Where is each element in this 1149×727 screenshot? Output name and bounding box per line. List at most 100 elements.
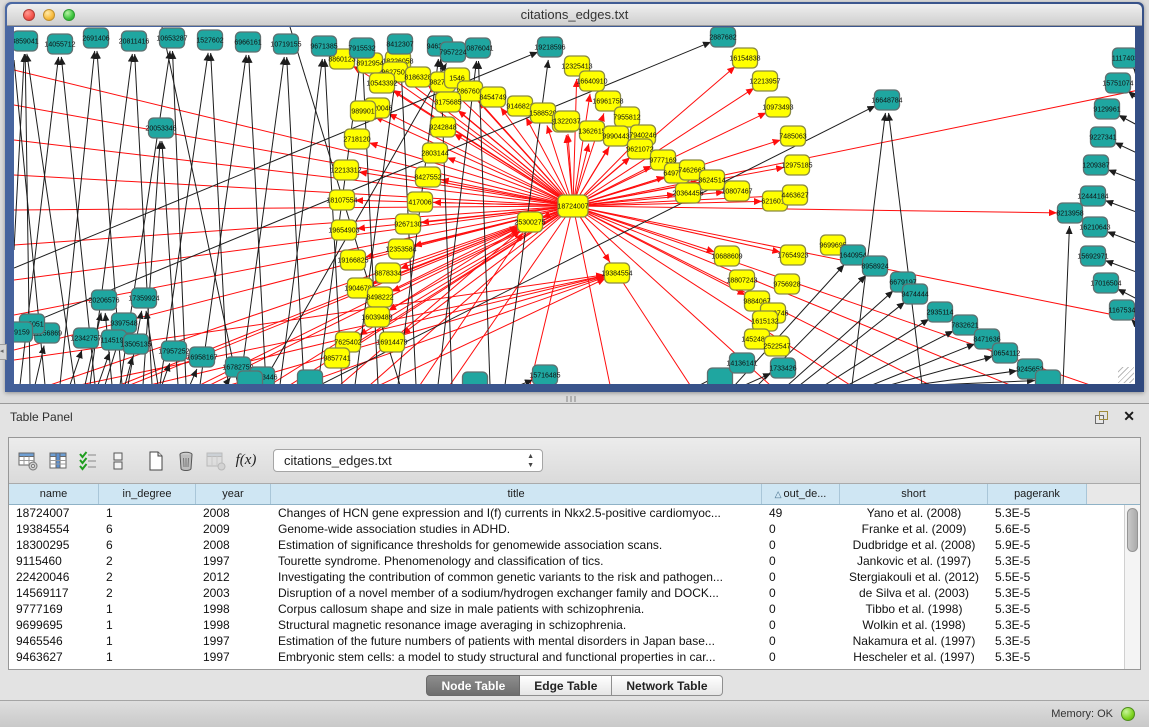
table-row[interactable]: 946554611997Estimation of the future num… (9, 633, 1124, 649)
import-table-icon[interactable] (205, 450, 227, 472)
cell-title: Changes of HCN gene expression and I(f) … (271, 505, 762, 521)
node-label: 15716485 (529, 373, 560, 380)
node-label: 989901 (351, 109, 374, 116)
cell-year: 1997 (196, 553, 271, 569)
node-label: 12444184 (1077, 194, 1108, 201)
cell-short: de Silva et al. (2003) (840, 585, 988, 601)
node-label: 1209387 (1082, 163, 1109, 170)
column-header-name[interactable]: name (9, 484, 99, 504)
graph-node[interactable] (1036, 370, 1061, 384)
node-label: 9756928 (773, 282, 800, 289)
tab-network-table[interactable]: Network Table (612, 675, 722, 696)
tab-edge-table[interactable]: Edge Table (520, 675, 612, 696)
function-builder-icon[interactable]: f(x) (235, 450, 257, 472)
node-label: 16154838 (729, 56, 760, 63)
window-title: citations_edges.txt (7, 7, 1142, 22)
column-header-out_de[interactable]: △out_de... (762, 484, 840, 504)
node-label: 2522547 (763, 344, 790, 351)
cell-year: 1997 (196, 649, 271, 665)
float-panel-icon[interactable] (1094, 410, 1109, 425)
cell-name: 22420046 (9, 569, 99, 585)
cell-in_degree: 2 (99, 553, 196, 569)
table-options-icon[interactable] (17, 450, 39, 472)
table-mode-tabs: Node TableEdge TableNetwork Table (0, 675, 1149, 696)
cell-pagerank: 5.3E-5 (988, 633, 1087, 649)
node-label: 8878334 (374, 271, 401, 278)
node-label: 6966161 (234, 40, 261, 47)
node-label: 9857741 (323, 356, 350, 363)
table-row[interactable]: 1830029562008Estimation of significance … (9, 537, 1124, 553)
table-row[interactable]: 977716911998Corpus callosum shape and si… (9, 601, 1124, 617)
table-row[interactable]: 1456911722003Disruption of a novel membe… (9, 585, 1124, 601)
delete-icon[interactable] (175, 450, 197, 472)
column-header-short[interactable]: short (840, 484, 988, 504)
resize-grip-icon[interactable] (1118, 367, 1134, 383)
node-label: 1733426 (769, 366, 796, 373)
node-label: 20811416 (119, 39, 150, 46)
tab-node-table[interactable]: Node Table (426, 675, 520, 696)
network-window[interactable]: citations_edges.txt 18724007886012389129… (5, 2, 1144, 392)
node-label: 10543392 (366, 81, 397, 88)
table-row[interactable]: 969969511998Structural magnetic resonanc… (9, 617, 1124, 633)
table-row[interactable]: 1938455462009Genome-wide association stu… (9, 521, 1124, 537)
column-header-title[interactable]: title (271, 484, 762, 504)
node-label: 4463627 (781, 193, 808, 200)
network-canvas[interactable]: 1872400788601238912954182260589627508818… (14, 27, 1135, 384)
cell-out_de: 0 (762, 633, 840, 649)
cell-out_de: 0 (762, 521, 840, 537)
cell-out_de: 0 (762, 617, 840, 633)
close-panel-icon[interactable]: ✕ (1123, 408, 1135, 425)
table-panel-header: Table Panel ✕ (0, 404, 1149, 430)
node-label: 8912954 (356, 61, 383, 68)
table-row[interactable]: 2242004622012Investigating the contribut… (9, 569, 1124, 585)
column-header-in_degree[interactable]: in_degree (99, 484, 196, 504)
panel-collapse-icon[interactable]: ◂ (0, 344, 7, 360)
vertical-scrollbar[interactable] (1124, 505, 1140, 669)
cell-short: Jankovic et al. (1997) (840, 553, 988, 569)
node-label: 8859041 (14, 39, 39, 46)
memory-status-icon[interactable] (1121, 707, 1135, 721)
stacked-squares-icon[interactable] (107, 450, 129, 472)
new-document-icon[interactable] (145, 450, 167, 472)
cell-in_degree: 1 (99, 633, 196, 649)
table-row[interactable]: 911546021997Tourette syndrome. Phenomeno… (9, 553, 1124, 569)
node-label: 19218596 (534, 45, 565, 52)
cell-year: 2008 (196, 537, 271, 553)
node-label: 9621072 (626, 147, 653, 154)
cell-pagerank: 5.3E-5 (988, 649, 1087, 665)
graph-node[interactable] (463, 372, 488, 384)
graph-node[interactable] (238, 371, 263, 384)
node-label: 3624514 (698, 178, 725, 185)
table-row[interactable]: 946362711997Embryonic stem cells: a mode… (9, 649, 1124, 665)
scrollbar-thumb[interactable] (1127, 508, 1138, 552)
node-label: 39159 (14, 330, 30, 337)
cell-in_degree: 2 (99, 585, 196, 601)
node-label: 8213958 (1056, 211, 1083, 218)
node-label: 16648784 (871, 98, 902, 105)
cell-pagerank: 5.3E-5 (988, 601, 1087, 617)
cell-pagerank: 5.9E-5 (988, 537, 1087, 553)
cell-title: Corpus callosum shape and size in male p… (271, 601, 762, 617)
node-label: 7957224 (439, 50, 466, 57)
table-selector-dropdown[interactable]: citations_edges.txt ▲▼ (273, 449, 543, 472)
cell-name: 9115460 (9, 553, 99, 569)
column-header-year[interactable]: year (196, 484, 271, 504)
node-label: 16039489 (361, 315, 392, 322)
cell-short: Hescheler et al. (1997) (840, 649, 988, 665)
cell-out_de: 49 (762, 505, 840, 521)
header-filler (1087, 484, 1140, 504)
node-label: 13505135 (120, 342, 151, 349)
node-label: 25300275 (514, 220, 545, 227)
table-row[interactable]: 1872400712008Changes of HCN gene express… (9, 505, 1124, 521)
node-label: 8186328 (404, 75, 431, 82)
split-pane-handle[interactable] (566, 396, 578, 402)
node-label: 7915532 (348, 46, 375, 53)
graph-node[interactable] (708, 368, 733, 384)
node-label: 2803144 (421, 151, 448, 158)
graph-node[interactable] (298, 370, 323, 384)
checklist-icon[interactable] (77, 450, 99, 472)
column-visibility-icon[interactable] (47, 450, 69, 472)
node-label: 12353584 (385, 247, 416, 254)
network-window-titlebar[interactable]: citations_edges.txt (7, 4, 1142, 26)
column-header-pagerank[interactable]: pagerank (988, 484, 1087, 504)
